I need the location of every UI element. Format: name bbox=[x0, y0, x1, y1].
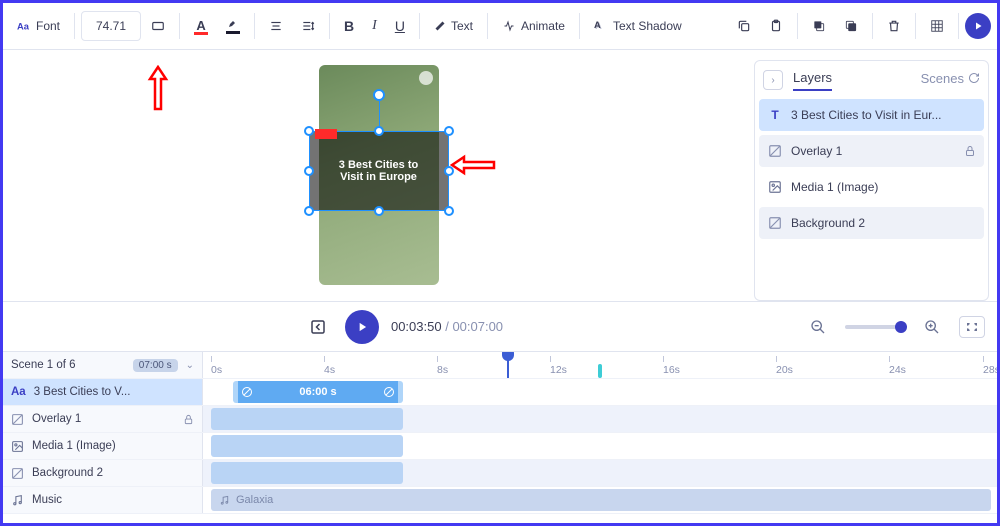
edit-text-button[interactable]: Text bbox=[426, 10, 481, 42]
layer-item-text[interactable]: T 3 Best Cities to Visit in Eur... bbox=[759, 99, 984, 131]
layer-label: Media 1 (Image) bbox=[791, 180, 878, 194]
svg-text:A: A bbox=[594, 20, 601, 30]
lock-icon bbox=[964, 145, 976, 157]
resize-handle[interactable] bbox=[374, 206, 384, 216]
resize-handle[interactable] bbox=[304, 126, 314, 136]
phone-badge-icon bbox=[419, 71, 433, 85]
rotate-handle[interactable] bbox=[373, 89, 385, 101]
text-icon: T bbox=[767, 107, 783, 123]
clip-overlay1[interactable] bbox=[211, 408, 403, 430]
align-button[interactable] bbox=[261, 10, 291, 42]
tab-scenes[interactable]: Scenes bbox=[921, 71, 980, 90]
timeline: Scene 1 of 6 07:00 s ⌄ 0s 4s 8s 12s 16s … bbox=[3, 351, 997, 527]
collapse-panel-button[interactable]: › bbox=[763, 70, 783, 90]
resize-handle[interactable] bbox=[304, 206, 314, 216]
track-label-overlay1[interactable]: Overlay 1 bbox=[3, 406, 203, 432]
font-size-input[interactable]: 74.71 bbox=[81, 11, 141, 41]
scene-header[interactable]: Scene 1 of 6 07:00 s ⌄ bbox=[3, 352, 203, 378]
canvas-phone: 3 Best Cities to Visit in Europe bbox=[319, 65, 439, 285]
resize-handle[interactable] bbox=[444, 126, 454, 136]
delete-button[interactable] bbox=[879, 10, 909, 42]
text-color-button[interactable]: A bbox=[186, 10, 216, 42]
font-button[interactable]: Aa Font bbox=[9, 10, 68, 42]
track-overlay1[interactable] bbox=[203, 406, 997, 432]
layer-label: 3 Best Cities to Visit in Eur... bbox=[791, 108, 942, 122]
layer-label: Background 2 bbox=[791, 216, 865, 230]
zoom-out-button[interactable] bbox=[803, 312, 833, 342]
annotation-arrow-left bbox=[450, 154, 496, 176]
paste-button[interactable] bbox=[761, 10, 791, 42]
image-icon bbox=[767, 179, 783, 195]
linespacing-button[interactable] bbox=[293, 10, 323, 42]
layers-panel: › Layers Scenes T 3 Best Cities to Visit… bbox=[754, 60, 989, 301]
timeline-marker[interactable] bbox=[598, 364, 602, 378]
copy-button[interactable] bbox=[729, 10, 759, 42]
underline-button[interactable]: U bbox=[387, 10, 413, 42]
timeline-ruler[interactable]: 0s 4s 8s 12s 16s 20s 24s 28s bbox=[203, 352, 997, 378]
overlay-icon bbox=[767, 215, 783, 231]
playback-time: 00:03:50 / 00:07:00 bbox=[391, 319, 503, 334]
playhead[interactable] bbox=[507, 352, 509, 378]
bring-forward-button[interactable] bbox=[804, 10, 834, 42]
track-label-background2[interactable]: Background 2 bbox=[3, 460, 203, 486]
tab-layers[interactable]: Layers bbox=[793, 70, 832, 91]
clip-text[interactable]: 06:00 s bbox=[233, 381, 403, 403]
layer-item-overlay1[interactable]: Overlay 1 bbox=[759, 135, 984, 167]
autosize-button[interactable] bbox=[143, 10, 173, 42]
grid-button[interactable] bbox=[922, 10, 952, 42]
track-label-text[interactable]: Aa 3 Best Cities to V... bbox=[3, 379, 203, 405]
text-shadow-button[interactable]: AAText Shadow bbox=[586, 10, 690, 42]
lock-icon bbox=[183, 414, 194, 425]
fit-button[interactable] bbox=[959, 316, 985, 338]
resize-handle[interactable] bbox=[304, 166, 314, 176]
animate-button[interactable]: Animate bbox=[494, 10, 573, 42]
text-line-1: 3 Best Cities to bbox=[339, 159, 418, 171]
clip-background2[interactable] bbox=[211, 462, 403, 484]
fade-in-icon bbox=[238, 381, 256, 403]
zoom-slider[interactable] bbox=[845, 325, 905, 329]
svg-text:Aa: Aa bbox=[17, 22, 30, 32]
fade-out-icon bbox=[380, 381, 398, 403]
selected-textbox[interactable]: 3 Best Cities to Visit in Europe bbox=[309, 131, 449, 211]
toolbar: Aa Font 74.71 A B I U Text Animate AATex… bbox=[3, 3, 997, 50]
layer-label: Overlay 1 bbox=[791, 144, 842, 158]
playback-bar: 00:03:50 / 00:07:00 bbox=[3, 301, 997, 351]
track-text[interactable]: 06:00 s bbox=[203, 379, 997, 405]
clip-media1[interactable] bbox=[211, 435, 403, 457]
step-back-button[interactable] bbox=[303, 312, 333, 342]
resize-handle[interactable] bbox=[444, 206, 454, 216]
overlay-icon bbox=[767, 143, 783, 159]
send-backward-button[interactable] bbox=[836, 10, 866, 42]
layer-item-media1[interactable]: Media 1 (Image) bbox=[759, 171, 984, 203]
track-label-media1[interactable]: Media 1 (Image) bbox=[3, 433, 203, 459]
clip-music[interactable]: Galaxia bbox=[211, 489, 991, 511]
layer-item-background2[interactable]: Background 2 bbox=[759, 207, 984, 239]
track-music[interactable]: Galaxia bbox=[203, 487, 997, 513]
track-media1[interactable] bbox=[203, 433, 997, 459]
bold-button[interactable]: B bbox=[336, 10, 362, 42]
play-button[interactable] bbox=[345, 310, 379, 344]
highlight-button[interactable] bbox=[218, 10, 248, 42]
italic-button[interactable]: I bbox=[364, 10, 385, 42]
track-background2[interactable] bbox=[203, 460, 997, 486]
preview-play-button[interactable] bbox=[965, 13, 991, 39]
text-line-2: Visit in Europe bbox=[340, 171, 417, 183]
zoom-in-button[interactable] bbox=[917, 312, 947, 342]
track-label-music[interactable]: Music bbox=[3, 487, 203, 513]
annotation-arrow-up bbox=[147, 65, 169, 111]
canvas-area[interactable]: 3 Best Cities to Visit in Europe bbox=[3, 50, 754, 301]
font-label: Font bbox=[36, 19, 60, 33]
resize-handle[interactable] bbox=[374, 126, 384, 136]
